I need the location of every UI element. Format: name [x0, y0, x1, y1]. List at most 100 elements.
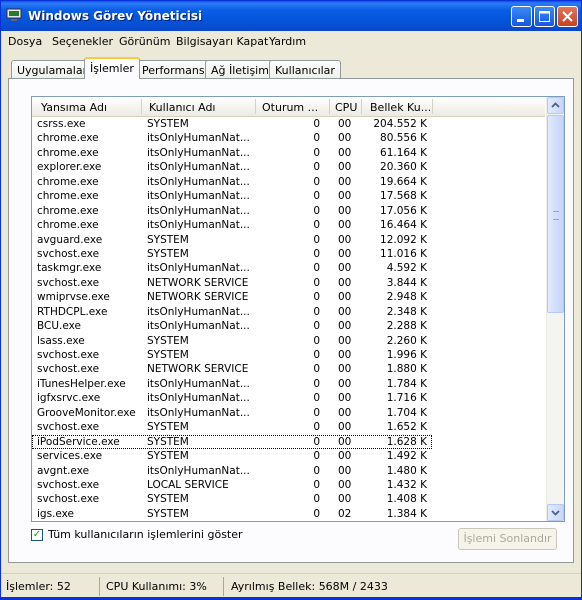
tab-applications[interactable]: Uygulamalar	[11, 60, 94, 78]
table-row[interactable]: chrome.exe itsOnlyHumanNat... 0 00 17.056 K	[32, 204, 545, 218]
process-memory: 2.260 K	[386, 334, 427, 347]
table-row[interactable]: avgnt.exe itsOnlyHumanNat... 0 00 1.480 K	[32, 464, 545, 478]
process-name: svchost.exe	[37, 493, 100, 506]
process-name: BCU.exe	[37, 320, 81, 333]
table-row[interactable]: lsass.exe SYSTEM 0 00 2.260 K	[32, 334, 545, 348]
table-row[interactable]: svchost.exe SYSTEM 0 00 1.652 K	[32, 420, 545, 434]
menu-view[interactable]: Görünüm	[119, 35, 170, 48]
process-user: NETWORK SERVICE	[147, 291, 249, 304]
process-name: wmiprvse.exe	[37, 291, 110, 304]
process-memory: 1.432 K	[386, 478, 427, 491]
end-process-button[interactable]: İşlemi Sonlandır	[458, 528, 557, 550]
table-row[interactable]: RTHDCPL.exe itsOnlyHumanNat... 0 00 2.348 K	[32, 305, 545, 319]
vertical-scrollbar[interactable]	[546, 97, 564, 521]
task-manager-icon	[6, 8, 22, 21]
tab-networking[interactable]: Ağ İletişimi	[205, 60, 278, 78]
column-user-name[interactable]: Kullanıcı Adı	[149, 101, 216, 114]
show-all-users-checkbox[interactable]: ✓	[31, 529, 43, 541]
process-memory: 2.348 K	[386, 305, 427, 318]
table-row[interactable]: csrss.exe SYSTEM 0 00 204.552 K	[32, 117, 545, 131]
status-process-count: İşlemler: 52	[6, 580, 71, 593]
table-row[interactable]: svchost.exe NETWORK SERVICE 0 00 1.880 K	[32, 362, 545, 376]
table-row[interactable]: taskmgr.exe itsOnlyHumanNat... 0 00 4.592 K	[32, 261, 545, 275]
table-row[interactable]: iPodService.exe SYSTEM 0 00 1.628 K	[32, 434, 432, 450]
tab-strip: Uygulamalar İşlemler Performans Ağ İleti…	[1, 57, 581, 79]
process-memory: 4.592 K	[386, 262, 427, 275]
process-cpu: 00	[338, 233, 352, 246]
process-cpu: 00	[338, 276, 352, 289]
table-row[interactable]: wmiprvse.exe NETWORK SERVICE 0 00 2.948 K	[32, 290, 545, 304]
column-header-row: Yansıma Adı Kullanıcı Adı Oturum ... CPU…	[32, 97, 545, 117]
show-all-users-label[interactable]: Tüm kullanıcıların işlemlerini göster	[48, 528, 243, 541]
process-cpu: 00	[338, 132, 352, 145]
process-user: SYSTEM	[147, 118, 189, 130]
column-divider[interactable]	[255, 99, 256, 114]
table-row[interactable]: chrome.exe itsOnlyHumanNat... 0 00 19.664 K	[32, 175, 545, 189]
process-user: itsOnlyHumanNat...	[147, 377, 250, 390]
status-divider	[99, 577, 100, 596]
process-cpu: 00	[338, 247, 352, 260]
table-row[interactable]: explorer.exe itsOnlyHumanNat... 0 00 20.360 …	[32, 160, 545, 174]
tab-performance[interactable]: Performans	[136, 60, 211, 78]
minimize-icon	[517, 19, 524, 22]
table-row[interactable]: igfxsrvc.exe itsOnlyHumanNat... 0 00 1.716 K	[32, 391, 545, 405]
process-memory: 80.556 K	[380, 132, 427, 145]
scroll-up-icon	[551, 102, 560, 108]
table-row[interactable]: avguard.exe SYSTEM 0 00 12.092 K	[32, 233, 545, 247]
process-session: 0	[313, 233, 320, 246]
column-divider[interactable]	[361, 99, 362, 114]
process-session: 0	[313, 190, 320, 203]
table-row[interactable]: svchost.exe SYSTEM 0 00 1.996 K	[32, 348, 545, 362]
table-row[interactable]: svchost.exe LOCAL SERVICE 0 00 1.432 K	[32, 478, 545, 492]
table-row[interactable]: chrome.exe itsOnlyHumanNat... 0 00 80.556 K	[32, 131, 545, 145]
table-row[interactable]: iTunesHelper.exe itsOnlyHumanNat... 0 00 1.7…	[32, 377, 545, 391]
menu-options[interactable]: Seçenekler	[52, 35, 113, 48]
table-row[interactable]: BCU.exe itsOnlyHumanNat... 0 00 2.288 K	[32, 319, 545, 333]
close-button[interactable]	[557, 6, 578, 27]
table-row[interactable]: chrome.exe itsOnlyHumanNat... 0 00 17.568 K	[32, 189, 545, 203]
process-user: NETWORK SERVICE	[147, 276, 249, 289]
column-divider[interactable]	[141, 99, 142, 114]
process-name: explorer.exe	[37, 161, 102, 174]
column-memory[interactable]: Bellek Ku...	[370, 101, 431, 114]
table-row[interactable]: services.exe SYSTEM 0 00 1.492 K	[32, 449, 545, 463]
process-memory: 1.996 K	[386, 349, 427, 361]
maximize-button[interactable]	[534, 6, 555, 27]
menu-shutdown[interactable]: Bilgisayarı Kapat	[176, 35, 268, 48]
process-memory: 19.664 K	[380, 175, 427, 188]
title-bar[interactable]: Windows Görev Yöneticisi	[1, 1, 581, 31]
scroll-down-button[interactable]	[547, 504, 564, 521]
maximize-icon	[539, 11, 550, 22]
column-divider[interactable]	[329, 99, 330, 114]
process-name: GrooveMonitor.exe	[37, 406, 136, 419]
table-row[interactable]: chrome.exe itsOnlyHumanNat... 0 00 61.164 K	[32, 146, 545, 160]
process-user: itsOnlyHumanNat...	[147, 464, 250, 477]
table-row[interactable]: GrooveMonitor.exe itsOnlyHumanNat... 0 00 1.…	[32, 406, 545, 420]
menu-file[interactable]: Dosya	[8, 35, 42, 48]
tab-processes[interactable]: İşlemler	[84, 57, 140, 79]
column-divider[interactable]	[432, 99, 433, 114]
process-user: itsOnlyHumanNat...	[147, 132, 250, 145]
table-row[interactable]: svchost.exe NETWORK SERVICE 0 00 3.844 K	[32, 276, 545, 290]
process-memory: 2.948 K	[386, 291, 427, 304]
tab-users[interactable]: Kullanıcılar	[269, 60, 341, 78]
scroll-up-button[interactable]	[547, 97, 564, 114]
process-user: SYSTEM	[147, 435, 189, 448]
table-row[interactable]: chrome.exe itsOnlyHumanNat... 0 00 16.464 K	[32, 218, 545, 232]
scroll-thumb[interactable]	[547, 115, 564, 313]
column-session[interactable]: Oturum ...	[262, 101, 318, 114]
table-row[interactable]: svchost.exe SYSTEM 0 00 11.016 K	[32, 247, 545, 261]
process-name: svchost.exe	[37, 363, 100, 376]
table-row[interactable]: svchost.exe SYSTEM 0 00 1.408 K	[32, 492, 545, 506]
minimize-button[interactable]	[511, 6, 532, 27]
process-name: svchost.exe	[37, 421, 100, 434]
process-cpu: 00	[338, 262, 352, 275]
column-cpu[interactable]: CPU	[335, 101, 357, 114]
process-list[interactable]: Yansıma Adı Kullanıcı Adı Oturum ... CPU…	[31, 96, 565, 522]
process-session: 0	[313, 320, 320, 333]
table-row[interactable]: igs.exe SYSTEM 0 02 1.384 K	[32, 507, 545, 521]
process-name: igs.exe	[37, 507, 75, 520]
menu-help[interactable]: Yardım	[269, 35, 306, 48]
column-image-name[interactable]: Yansıma Adı	[41, 101, 107, 114]
process-session: 0	[313, 146, 320, 159]
